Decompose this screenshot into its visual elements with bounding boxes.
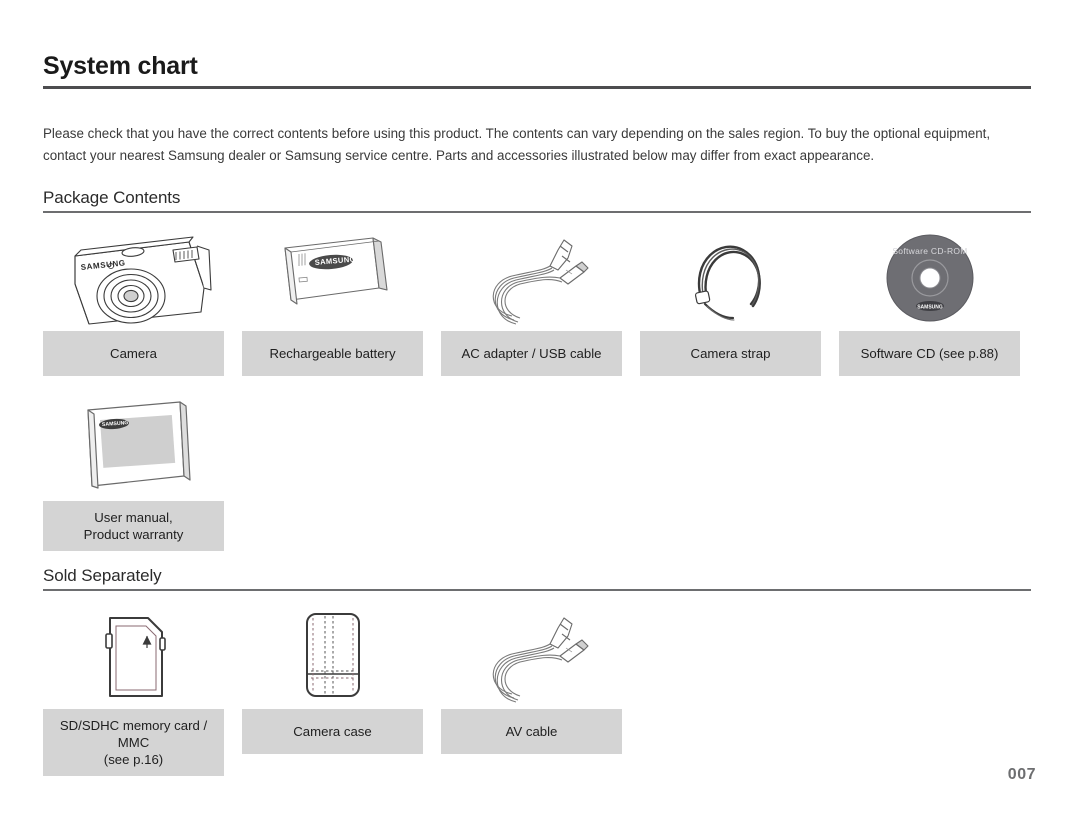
- page-number: 007: [1007, 766, 1036, 783]
- cd-artwork: Software CD-ROM SAMSUNG: [839, 226, 1020, 331]
- caption-line: Camera case: [293, 724, 372, 739]
- item-caption: Rechargeable battery: [242, 331, 423, 376]
- caption-line: User manual,: [94, 510, 173, 525]
- section-divider: [43, 211, 1031, 213]
- item-camera-strap: Camera strap: [640, 226, 821, 376]
- caption-line: (see p.16): [103, 752, 164, 767]
- av-cable-artwork: [441, 604, 622, 709]
- item-caption: AC adapter / USB cable: [441, 331, 622, 376]
- caption-lines: SD/SDHC memory card / MMC (see p.16): [47, 717, 220, 768]
- caption-line: AC adapter / USB cable: [461, 346, 602, 361]
- manual-icon: SAMSUNG: [43, 396, 224, 496]
- caption-line: Product warranty: [83, 527, 184, 542]
- camera-icon: SAMSUNG: [43, 226, 224, 331]
- section-heading-sold-separately: Sold Separately: [43, 566, 1031, 591]
- strap-icon: [640, 226, 821, 331]
- camera-artwork: SAMSUNG: [43, 226, 224, 331]
- section-heading-label: Package Contents: [43, 188, 181, 207]
- item-user-manual: SAMSUNG User manual, Product warranty: [43, 396, 224, 551]
- caption-line: Rechargeable battery: [269, 346, 396, 361]
- caption-line: Software CD (see p.88): [860, 346, 999, 361]
- page-title: System chart: [43, 52, 198, 80]
- caption-line: Camera: [110, 346, 157, 361]
- case-icon: [242, 604, 423, 709]
- section-divider: [43, 589, 1031, 591]
- usb-cable-icon: [441, 226, 622, 331]
- item-camera-case: Camera case: [242, 604, 423, 754]
- item-caption: Camera case: [242, 709, 423, 754]
- item-av-cable: AV cable: [441, 604, 622, 754]
- intro-paragraph: Please check that you have the correct c…: [43, 126, 991, 163]
- svg-text:SAMSUNG: SAMSUNG: [917, 305, 943, 311]
- manual-artwork: SAMSUNG: [43, 396, 224, 501]
- usb-cable-artwork: [441, 226, 622, 331]
- item-sd-card: SD/SDHC memory card / MMC (see p.16): [43, 604, 224, 776]
- item-caption: User manual, Product warranty: [43, 501, 224, 551]
- caption-line: AV cable: [505, 724, 558, 739]
- item-camera: SAMSUNG Camera: [43, 226, 224, 376]
- section-heading-package-contents: Package Contents: [43, 188, 1031, 213]
- document-page: System chart Please check that you have …: [0, 0, 1080, 815]
- title-block: System chart: [43, 52, 1031, 89]
- cd-icon: Software CD-ROM SAMSUNG: [839, 226, 1020, 331]
- battery-icon: SAMSUNG: [242, 226, 423, 331]
- case-artwork: [242, 604, 423, 709]
- caption-line: Camera strap: [690, 346, 771, 361]
- item-caption: Camera strap: [640, 331, 821, 376]
- sd-card-artwork: [43, 604, 224, 709]
- item-ac-adapter-usb-cable: AC adapter / USB cable: [441, 226, 622, 376]
- section-heading-label: Sold Separately: [43, 566, 162, 585]
- title-divider: [43, 86, 1031, 89]
- item-caption: AV cable: [441, 709, 622, 754]
- item-caption: SD/SDHC memory card / MMC (see p.16): [43, 709, 224, 776]
- item-caption: Software CD (see p.88): [839, 331, 1020, 376]
- item-caption: Camera: [43, 331, 224, 376]
- svg-text:Software CD-ROM: Software CD-ROM: [892, 246, 967, 256]
- av-cable-icon: [441, 604, 622, 709]
- caption-lines: User manual, Product warranty: [47, 509, 220, 543]
- battery-artwork: SAMSUNG: [242, 226, 423, 331]
- item-rechargeable-battery: SAMSUNG Rechargeable battery: [242, 226, 423, 376]
- strap-artwork: [640, 226, 821, 331]
- caption-line: SD/SDHC memory card / MMC: [59, 718, 208, 750]
- item-software-cd: Software CD-ROM SAMSUNG Software CD (see…: [839, 226, 1020, 376]
- sd-card-icon: [43, 604, 224, 709]
